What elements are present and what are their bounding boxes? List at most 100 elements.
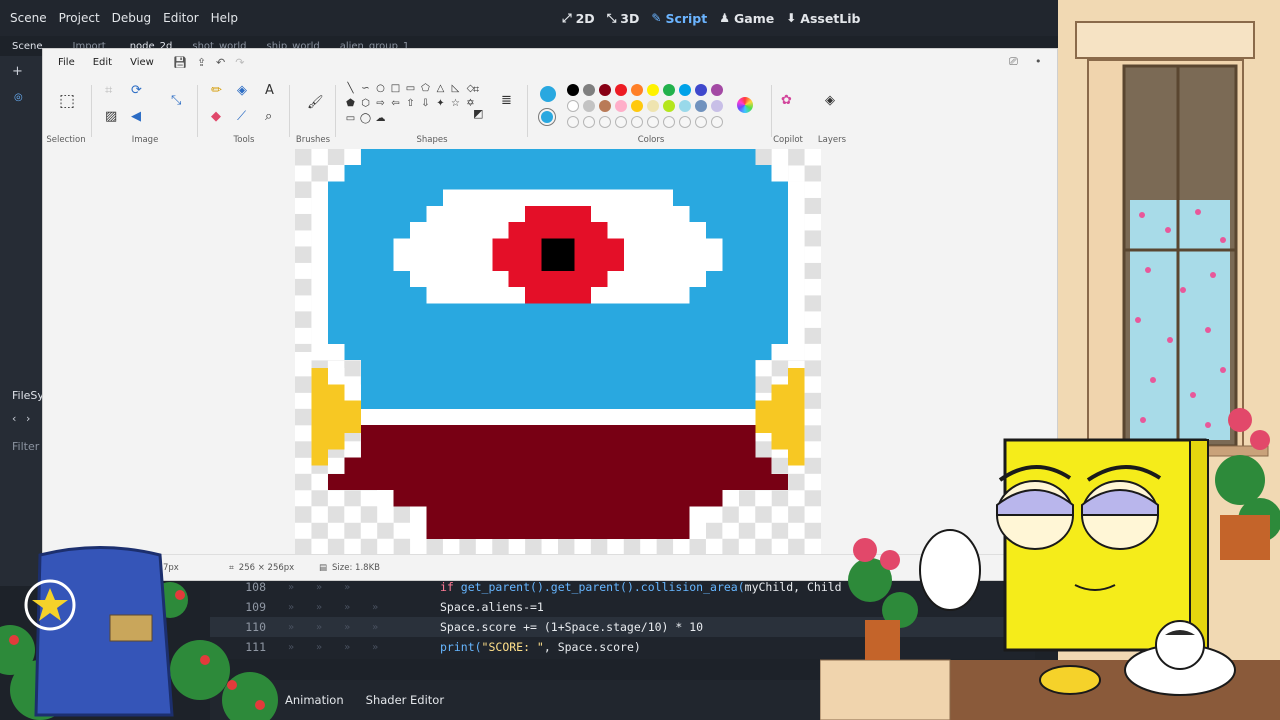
back-icon[interactable]: ‹ xyxy=(12,412,16,425)
bottom-tab-shader-editor[interactable]: Shader Editor xyxy=(366,693,444,707)
rounded-rect-shape-icon[interactable]: ▭ xyxy=(403,81,418,96)
menu-scene[interactable]: Scene xyxy=(4,0,53,36)
line-shape-icon[interactable]: ╲ xyxy=(343,81,358,96)
arrow-up-shape-icon[interactable]: ⇧ xyxy=(403,96,418,111)
code-keyword: if xyxy=(440,580,461,594)
palette-swatch[interactable] xyxy=(679,100,691,112)
outline-icon[interactable]: ⌗ xyxy=(473,83,479,97)
undo-icon[interactable]: ↶ xyxy=(216,56,225,69)
custom-swatch[interactable] xyxy=(567,116,579,128)
edit-colors-icon[interactable] xyxy=(737,97,753,113)
size-icon[interactable]: ≣ xyxy=(501,93,512,108)
workspace-2d[interactable]: ⤢ 2D xyxy=(562,11,595,26)
paint-menu-file[interactable]: File xyxy=(49,57,84,68)
custom-swatch[interactable] xyxy=(711,116,723,128)
triangle-shape-icon[interactable]: △ xyxy=(433,81,448,96)
arrow-down-shape-icon[interactable]: ⇩ xyxy=(418,96,433,111)
magnifier-icon[interactable]: ⌕ xyxy=(265,109,272,124)
shapes-gallery[interactable]: ╲ ∽ ○ □ ▭ ⬠ △ ◺ ◇ ⬟ ⬡ ⇨ ⇦ ⇧ ⇩ ✦ ☆ ✡ ▭ ◯ xyxy=(343,81,478,126)
palette-swatch[interactable] xyxy=(711,84,723,96)
palette-swatch[interactable] xyxy=(711,100,723,112)
palette-swatch[interactable] xyxy=(647,100,659,112)
hexagon-shape-icon[interactable]: ⬡ xyxy=(358,96,373,111)
workspace-3d[interactable]: ⤡ 3D xyxy=(607,11,640,26)
rectangle-shape-icon[interactable]: □ xyxy=(388,81,403,96)
custom-swatch[interactable] xyxy=(583,116,595,128)
godot-menus: Scene Project Debug Editor Help xyxy=(4,0,244,36)
custom-swatch[interactable] xyxy=(679,116,691,128)
filesystem-filter[interactable]: Filter xyxy=(12,440,39,453)
palette-swatch[interactable] xyxy=(599,100,611,112)
fill-icon[interactable]: ◈ xyxy=(237,83,247,98)
custom-swatch[interactable] xyxy=(631,116,643,128)
palette-swatch[interactable] xyxy=(583,100,595,112)
brush-icon[interactable]: 🖌︎ xyxy=(307,95,324,110)
pentagon-shape-icon[interactable]: ⬟ xyxy=(343,96,358,111)
arrow-left-shape-icon[interactable]: ⇦ xyxy=(388,96,403,111)
menu-help[interactable]: Help xyxy=(205,0,244,36)
custom-swatch[interactable] xyxy=(615,116,627,128)
account-icon[interactable]: • xyxy=(1035,55,1042,68)
forward-icon[interactable]: › xyxy=(26,412,30,425)
palette-swatch[interactable] xyxy=(567,100,579,112)
palette-swatch[interactable] xyxy=(663,100,675,112)
rotate-icon[interactable]: ⟳ xyxy=(131,83,142,98)
palette-swatch[interactable] xyxy=(615,84,627,96)
crop-icon[interactable]: ⌗ xyxy=(105,83,112,98)
workspace-game[interactable]: ♟ Game xyxy=(719,11,774,26)
save-icon[interactable]: 💾︎ xyxy=(173,56,187,69)
star4-shape-icon[interactable]: ✦ xyxy=(433,96,448,111)
menu-project[interactable]: Project xyxy=(53,0,106,36)
rect-select-icon[interactable]: ⬚ xyxy=(59,91,75,111)
right-triangle-shape-icon[interactable]: ◺ xyxy=(448,81,463,96)
secondary-color-swatch[interactable] xyxy=(541,111,553,123)
palette-row-2 xyxy=(567,100,723,112)
custom-swatch[interactable] xyxy=(599,116,611,128)
palette-swatch[interactable] xyxy=(695,84,707,96)
redo-icon[interactable]: ↷ xyxy=(235,56,244,69)
workspace-assetlib[interactable]: ⬇ AssetLib xyxy=(786,11,860,26)
color-picker-icon[interactable]: ⟋ xyxy=(237,109,246,124)
custom-swatch[interactable] xyxy=(647,116,659,128)
palette-swatch[interactable] xyxy=(567,84,579,96)
callout-oval-shape-icon[interactable]: ◯ xyxy=(358,111,373,126)
text-icon[interactable]: A xyxy=(265,83,274,98)
oval-shape-icon[interactable]: ○ xyxy=(373,81,388,96)
callout-rect-shape-icon[interactable]: ▭ xyxy=(343,111,358,126)
palette-swatch[interactable] xyxy=(583,84,595,96)
feedback-icon[interactable]: ⎚ xyxy=(1009,55,1018,69)
share-icon[interactable]: ⇪ xyxy=(197,56,206,69)
palette-swatch[interactable] xyxy=(647,84,659,96)
menu-debug[interactable]: Debug xyxy=(106,0,157,36)
resize-icon[interactable]: ⤡ xyxy=(171,93,181,108)
custom-swatch[interactable] xyxy=(663,116,675,128)
add-node-icon[interactable]: + xyxy=(12,64,23,79)
remove-bg-icon[interactable]: ▨ xyxy=(105,109,117,124)
shape-fill-icon[interactable]: ◩ xyxy=(473,107,483,120)
pixel-art-canvas[interactable] xyxy=(295,149,821,555)
curve-shape-icon[interactable]: ∽ xyxy=(358,81,373,96)
eraser-icon[interactable]: ◆ xyxy=(211,109,221,124)
star5-shape-icon[interactable]: ☆ xyxy=(448,96,463,111)
menu-editor[interactable]: Editor xyxy=(157,0,205,36)
pencil-icon[interactable]: ✏ xyxy=(211,83,222,98)
custom-swatch[interactable] xyxy=(695,116,707,128)
primary-color-swatch[interactable] xyxy=(540,86,556,102)
palette-swatch[interactable] xyxy=(599,84,611,96)
arrow-right-shape-icon[interactable]: ⇨ xyxy=(373,96,388,111)
palette-swatch[interactable] xyxy=(631,84,643,96)
ribbon-group-shapes: ╲ ∽ ○ □ ▭ ⬠ △ ◺ ◇ ⬟ ⬡ ⇨ ⇦ ⇧ ⇩ ✦ ☆ ✡ ▭ ◯ xyxy=(341,81,523,147)
flip-icon[interactable]: ◀ xyxy=(131,109,141,124)
copilot-icon[interactable]: ✿ xyxy=(781,93,792,108)
palette-swatch[interactable] xyxy=(663,84,675,96)
palette-swatch[interactable] xyxy=(631,100,643,112)
callout-cloud-shape-icon[interactable]: ☁ xyxy=(373,111,388,126)
layers-icon[interactable]: ◈ xyxy=(825,93,835,108)
palette-swatch[interactable] xyxy=(695,100,707,112)
paint-menu-view[interactable]: View xyxy=(121,57,163,68)
palette-swatch[interactable] xyxy=(679,84,691,96)
paint-menu-edit[interactable]: Edit xyxy=(84,57,121,68)
workspace-script[interactable]: ✎ Script xyxy=(651,11,707,26)
palette-swatch[interactable] xyxy=(615,100,627,112)
polygon-shape-icon[interactable]: ⬠ xyxy=(418,81,433,96)
